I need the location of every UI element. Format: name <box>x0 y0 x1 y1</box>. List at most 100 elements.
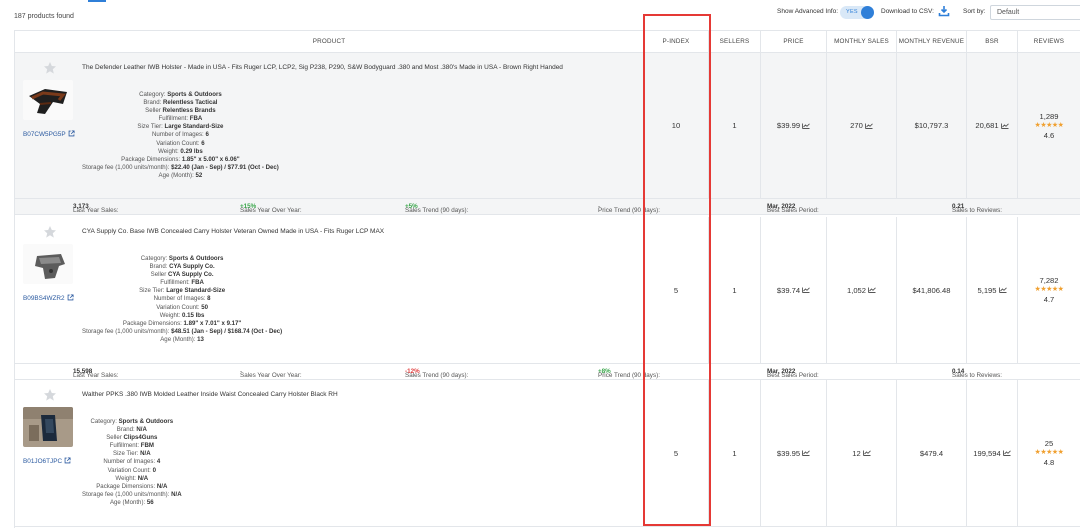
product-row[interactable]: B07CW5PG5P The Defender Leather IWB Holst… <box>15 53 1080 199</box>
trend-chart-icon[interactable] <box>868 287 876 293</box>
trend-chart-icon[interactable] <box>862 450 871 456</box>
products-table: PRODUCT P-INDEX SELLERS PRICE MONTHLY SA… <box>14 30 1080 528</box>
detail-line: Size Tier: N/A <box>113 450 151 458</box>
summary-trend: Sales Trend (90 days): +5% <box>405 203 469 214</box>
detail-line: Weight: 0.15 lbs <box>159 311 205 319</box>
download-icon[interactable] <box>938 5 950 17</box>
header-bsr[interactable]: BSR <box>967 31 1018 53</box>
detail-line: Brand: CYA Supply Co. <box>149 263 215 271</box>
header-monthly-sales[interactable]: MONTHLY SALES <box>827 31 897 53</box>
trend-chart-icon[interactable] <box>802 287 810 293</box>
product-thumbnail[interactable] <box>23 80 73 120</box>
trend-chart-icon[interactable] <box>802 122 810 129</box>
reviews-cell: 7,282 ★★★★★ 4.7 <box>1018 217 1080 364</box>
detail-line: Number of Images: 4 <box>103 458 161 466</box>
detail-line: Category: Sports & Outdoors <box>139 91 222 98</box>
summary-price-trend: Price Trend (90 days): +8% <box>598 368 660 379</box>
sort-label: Sort by: <box>963 8 986 15</box>
detail-line: Storage fee (1,000 units/month): $22.40 … <box>82 163 279 171</box>
summary-ratio: Sales to Reviews: 0.21 <box>952 203 1003 214</box>
sort-select[interactable]: Default <box>990 5 1080 20</box>
trend-chart-icon[interactable] <box>1002 450 1011 456</box>
external-link-icon[interactable] <box>67 294 74 301</box>
detail-line: Age (Month): 56 <box>109 498 154 506</box>
detail-line: Number of Images: 8 <box>153 295 211 303</box>
asin-link[interactable]: B09BS4WZR2 <box>23 294 74 302</box>
product-cell: B07CW5PG5P The Defender Leather IWB Holst… <box>15 53 644 199</box>
reviews-count: 7,282 <box>1039 276 1059 285</box>
detail-line: Storage fee (1,000 units/month): N/A <box>82 490 182 498</box>
rating-value: 4.7 <box>1043 295 1055 304</box>
product-details: Category: Sports & Outdoors Brand: N/A Sel… <box>82 418 182 507</box>
detail-line: Variation Count: 50 <box>156 303 208 311</box>
rating-stars-icon: ★★★★★ <box>1034 286 1064 293</box>
bsr-cell: 199,594 <box>967 380 1018 527</box>
trend-chart-icon[interactable] <box>802 450 810 456</box>
toggle-state-label: YES <box>846 9 858 15</box>
summary-yoy: Sales Year Over Year: - <box>240 368 302 379</box>
favorite-star-icon[interactable] <box>43 61 57 75</box>
detail-line: Age (Month): 52 <box>158 171 203 179</box>
p-index-cell: 5 <box>644 217 709 364</box>
product-title[interactable]: Walther PPKS .380 IWB Molded Leather Ins… <box>82 391 338 398</box>
trend-chart-icon[interactable] <box>864 122 873 129</box>
product-cell: B09BS4WZR2 CYA Supply Co. Base IWB Concea… <box>15 217 644 364</box>
sellers-cell: 1 <box>709 380 761 527</box>
advanced-info-toggle[interactable]: YES <box>840 6 874 19</box>
detail-line: Seller CYA Supply Co. <box>150 271 214 279</box>
detail-line: Weight: N/A <box>115 474 149 482</box>
product-cell: B01JO6TJPC Walther PPKS .380 IWB Molded L… <box>15 380 644 527</box>
detail-line: Category: Sports & Outdoors <box>140 255 224 262</box>
asin-link[interactable]: B01JO6TJPC <box>23 457 71 465</box>
summary-ratio: Sales to Reviews: 0.14 <box>952 368 1003 379</box>
p-index-cell: 5 <box>644 380 709 527</box>
favorite-star-icon[interactable] <box>43 388 57 402</box>
external-link-icon[interactable] <box>68 130 75 137</box>
product-thumbnail[interactable] <box>23 244 73 284</box>
detail-line: Size Tier: Large Standard-Size <box>139 287 226 295</box>
detail-line: Category: Sports & Outdoors <box>90 418 174 425</box>
header-monthly-revenue[interactable]: MONTHLY REVENUE <box>897 31 967 53</box>
monthly-sales-cell: 270 <box>827 53 897 199</box>
header-product[interactable]: PRODUCT <box>15 31 644 53</box>
detail-line: Seller Relentless Brands <box>145 107 216 115</box>
sellers-cell: 1 <box>709 217 761 364</box>
product-summary-row: Last Year Sales: 15,598 Sales Year Over Y… <box>15 364 1080 380</box>
p-index-cell: 10 <box>644 53 709 199</box>
header-price[interactable]: PRICE <box>761 31 827 53</box>
bsr-cell: 5,195 <box>967 217 1018 364</box>
external-link-icon[interactable] <box>64 457 71 464</box>
summary-best: Best Sales Period: Mar, 2022 <box>767 203 819 214</box>
products-found-count: 187 products found <box>14 13 74 20</box>
product-title[interactable]: The Defender Leather IWB Holster - Made … <box>82 64 563 71</box>
product-row[interactable]: B09BS4WZR2 CYA Supply Co. Base IWB Concea… <box>15 217 1080 364</box>
toggle-knob <box>861 6 874 19</box>
product-details: Category: Sports & Outdoors Brand: Relent… <box>82 91 279 180</box>
detail-line: Age (Month): 13 <box>160 335 204 343</box>
rating-value: 4.6 <box>1043 130 1055 140</box>
product-thumbnail[interactable] <box>23 407 73 447</box>
header-p-index[interactable]: P-INDEX <box>644 31 709 53</box>
rating-stars-icon: ★★★★★ <box>1034 121 1064 129</box>
header-reviews[interactable]: REVIEWS <box>1018 31 1080 53</box>
summary-trend: Sales Trend (90 days): -12% <box>405 368 469 379</box>
header-sellers[interactable]: SELLERS <box>709 31 761 53</box>
product-summary-row: Last Year Sales: 3,173 Sales Year Over Ye… <box>15 199 1080 215</box>
summary-last-year: Last Year Sales: 3,173 <box>73 203 119 214</box>
product-title[interactable]: CYA Supply Co. Base IWB Concealed Carry … <box>82 228 384 235</box>
detail-line: Fulfillment: FBM <box>109 442 154 450</box>
detail-line: Package Dimensions: N/A <box>96 482 168 490</box>
asin-link[interactable]: B07CW5PG5P <box>23 130 75 138</box>
detail-line: Storage fee (1,000 units/month): $48.51 … <box>82 327 283 335</box>
monthly-sales-cell: 1,052 <box>827 217 897 364</box>
trend-chart-icon[interactable] <box>998 287 1007 293</box>
reviews-count: 25 <box>1044 439 1054 448</box>
monthly-revenue-cell: $10,797.3 <box>897 53 967 199</box>
top-toolbar: 187 products found Show Advanced Info: Y… <box>0 0 1080 30</box>
favorite-star-icon[interactable] <box>43 225 57 239</box>
product-row[interactable]: B01JO6TJPC Walther PPKS .380 IWB Molded L… <box>15 380 1080 527</box>
detail-line: Fulfillment: FBA <box>158 115 203 123</box>
trend-chart-icon[interactable] <box>1000 122 1009 129</box>
summary-price-trend: Price Trend (90 days): - <box>598 203 660 214</box>
csv-label: Download to CSV: <box>881 8 934 15</box>
